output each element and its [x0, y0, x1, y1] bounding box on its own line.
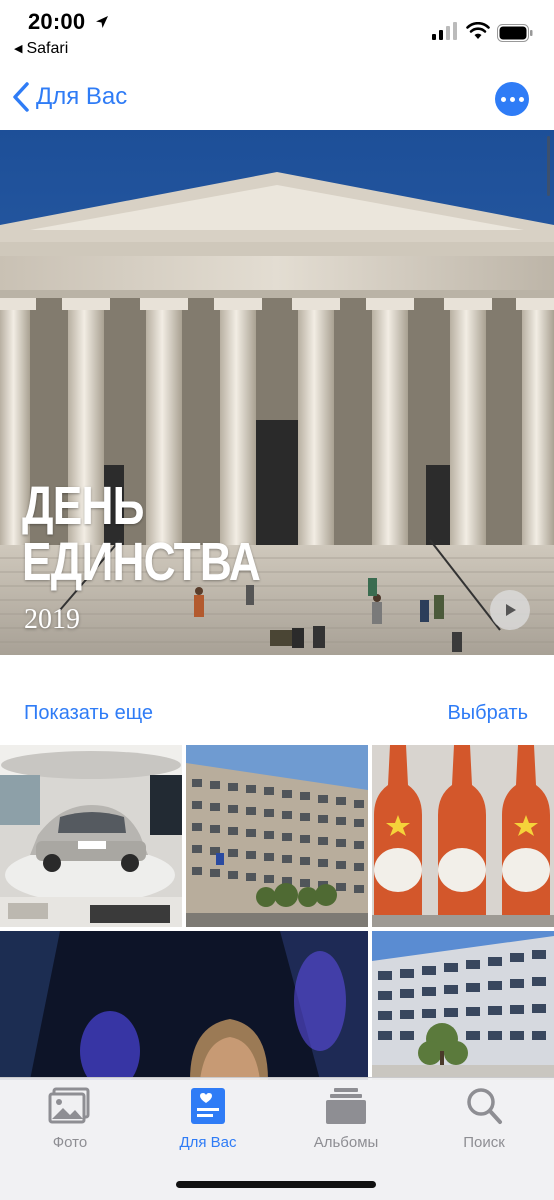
office-building-photo: [186, 745, 368, 927]
memory-title-line1: ДЕНЬ: [22, 476, 144, 536]
photo-thumbnail-office-building[interactable]: [186, 745, 368, 927]
photo-thumbnail-tall-building[interactable]: [372, 931, 554, 1080]
for-you-icon: [191, 1088, 225, 1124]
photo-thumbnail-bottles[interactable]: [372, 745, 554, 927]
memory-year: 2019: [24, 604, 80, 635]
signal-icon: [432, 22, 457, 40]
tab-photos[interactable]: Фото: [10, 1086, 130, 1151]
battery-icon: [497, 24, 533, 42]
section-actions: Показать еще Выбрать: [0, 692, 554, 736]
back-button-label: Для Вас: [36, 83, 128, 110]
play-icon: [506, 604, 516, 616]
photos-icon: [48, 1087, 90, 1124]
select-link[interactable]: Выбрать: [447, 702, 528, 725]
tab-search[interactable]: Поиск: [424, 1086, 544, 1151]
back-button[interactable]: Для Вас: [10, 80, 127, 114]
play-memory-button[interactable]: [490, 590, 530, 630]
person-photo: [0, 931, 368, 1080]
photo-thumbnail-car[interactable]: [0, 745, 182, 927]
ellipsis-icon: [500, 96, 506, 102]
albums-icon: [326, 1088, 366, 1124]
ellipsis-dot: [518, 96, 524, 102]
chevron-left-icon: [13, 82, 29, 112]
show-more-link[interactable]: Показать еще: [24, 702, 153, 725]
tab-albums-label: Альбомы: [313, 1134, 379, 1151]
bottles-photo: [372, 745, 554, 927]
navigation-bar: Для Вас: [0, 66, 554, 130]
tab-photos-label: Фото: [52, 1134, 88, 1151]
scroll-indicator[interactable]: [547, 136, 550, 196]
photo-thumbnail-person[interactable]: [0, 931, 368, 1080]
status-bar: 20:00 ◀ Safari: [0, 0, 554, 66]
tab-albums[interactable]: Альбомы: [286, 1086, 406, 1151]
more-options-button[interactable]: [495, 82, 529, 116]
wifi-icon: [466, 22, 490, 39]
ellipsis-dot: [509, 96, 515, 102]
memory-title: ДЕНЬ ЕДИНСТВА: [22, 476, 261, 592]
tall-building-photo: [372, 931, 554, 1080]
home-indicator[interactable]: [176, 1181, 376, 1188]
car-photo: [0, 745, 182, 927]
status-time: 20:00: [28, 9, 86, 34]
photo-grid: [0, 745, 554, 1080]
tab-for-you[interactable]: Для Вас: [148, 1086, 268, 1151]
back-to-app-link[interactable]: ◀ Safari: [14, 40, 68, 58]
tab-search-label: Поиск: [463, 1134, 505, 1151]
search-icon: [467, 1088, 502, 1124]
back-app-label: Safari: [26, 40, 69, 57]
memory-card[interactable]: ДЕНЬ ЕДИНСТВА 2019: [0, 130, 554, 655]
location-arrow-icon: [96, 16, 108, 28]
tab-for-you-label: Для Вас: [179, 1134, 237, 1151]
back-triangle-icon: ◀: [14, 43, 23, 55]
memory-title-line2: ЕДИНСТВА: [22, 532, 261, 592]
